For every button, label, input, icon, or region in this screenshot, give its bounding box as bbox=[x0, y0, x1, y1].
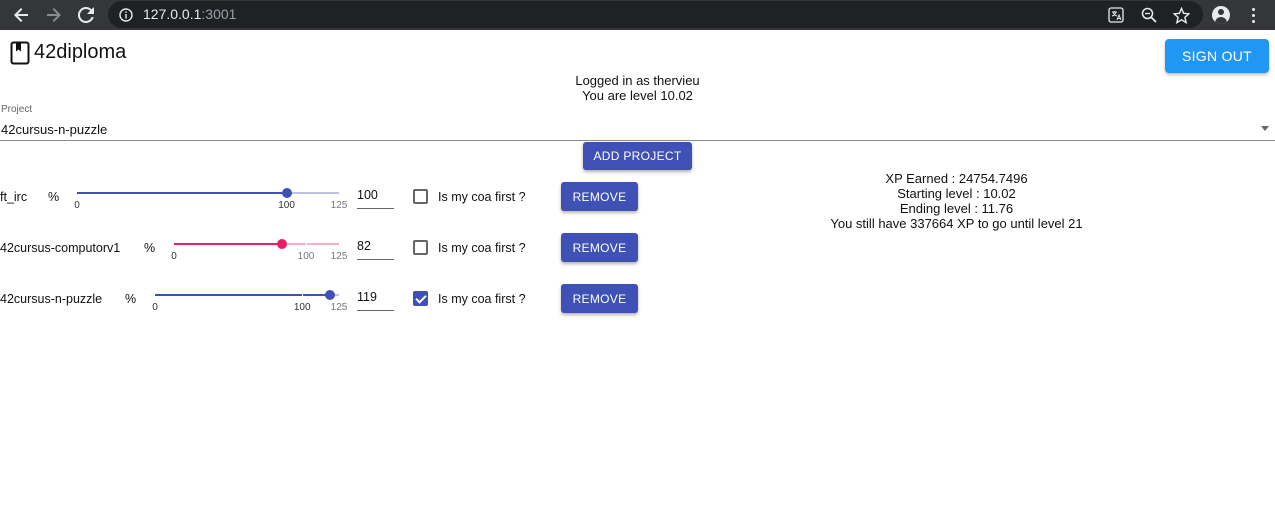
add-project-button[interactable]: ADD PROJECT bbox=[583, 142, 692, 170]
remove-button[interactable]: REMOVE bbox=[561, 182, 638, 211]
reload-icon[interactable] bbox=[75, 4, 97, 26]
slider-tick-label: 0 bbox=[74, 200, 80, 211]
slider-tick-label: 0 bbox=[152, 302, 158, 313]
slider-track bbox=[77, 192, 287, 194]
menu-kebab-icon[interactable] bbox=[1243, 5, 1263, 25]
slider-tick-label: 125 bbox=[330, 251, 348, 262]
coa-first-checkbox[interactable] bbox=[413, 240, 428, 255]
zoom-icon[interactable] bbox=[1139, 5, 1159, 25]
bookmark-star-icon[interactable] bbox=[1171, 5, 1191, 25]
forward-arrow-icon[interactable] bbox=[43, 4, 65, 26]
coa-first-checkbox[interactable] bbox=[413, 291, 428, 306]
ending-level: Ending level : 11.76 bbox=[899, 201, 1014, 216]
percent-input[interactable]: 119 bbox=[357, 289, 394, 311]
slider-mark bbox=[306, 243, 307, 245]
percent-input[interactable]: 100 bbox=[357, 187, 394, 209]
percent-slider[interactable]: 0 100 125 bbox=[152, 279, 347, 319]
slider-thumb[interactable] bbox=[277, 239, 288, 249]
app-title: 42diploma bbox=[34, 41, 127, 63]
slider-thumb[interactable] bbox=[325, 290, 336, 300]
percent-symbol: % bbox=[144, 241, 156, 255]
xp-earned: XP Earned : 24754.7496 bbox=[885, 171, 1028, 186]
back-arrow-icon[interactable] bbox=[10, 4, 32, 26]
coa-first-checkbox[interactable] bbox=[413, 189, 428, 204]
slider-track bbox=[174, 243, 283, 245]
percent-input[interactable]: 82 bbox=[357, 238, 394, 260]
coa-first-label: Is my coa first ? bbox=[438, 190, 526, 204]
slider-mark bbox=[302, 294, 304, 296]
project-select-label: Project bbox=[1, 104, 33, 115]
remove-button[interactable]: REMOVE bbox=[561, 233, 638, 262]
project-name: 42cursus-computorv1 bbox=[0, 241, 121, 255]
xp-remaining: You still have 337664 XP to go until lev… bbox=[830, 216, 1083, 231]
xp-summary: XP Earned : 24754.7496 Starting level : … bbox=[780, 171, 1133, 231]
percent-symbol: % bbox=[125, 292, 137, 306]
project-select-value: 42cursus-n-puzzle bbox=[1, 122, 108, 137]
project-row: ft_irc % 0 100 125 100 Is my coa first ?… bbox=[0, 177, 700, 217]
translate-icon[interactable] bbox=[1106, 5, 1126, 25]
sign-out-button[interactable]: SIGN OUT bbox=[1165, 39, 1269, 73]
coa-first-label: Is my coa first ? bbox=[438, 292, 526, 306]
remove-button[interactable]: REMOVE bbox=[561, 284, 638, 313]
project-row: 42cursus-computorv1 % 0 100 125 82 Is my… bbox=[0, 228, 700, 268]
book-bookmark-icon bbox=[10, 41, 30, 70]
project-name: ft_irc bbox=[0, 190, 28, 204]
url-port: :3001 bbox=[201, 6, 237, 22]
user-level-text: You are level 10.02 bbox=[582, 88, 693, 103]
user-info: Logged in as thervieu You are level 10.0… bbox=[0, 73, 1275, 103]
info-icon[interactable] bbox=[116, 5, 136, 25]
percent-symbol: % bbox=[48, 190, 60, 204]
coa-first-label: Is my coa first ? bbox=[438, 241, 526, 255]
percent-slider[interactable]: 0 100 125 bbox=[74, 177, 347, 217]
slider-thumb[interactable] bbox=[281, 188, 292, 198]
project-select[interactable]: 42cursus-n-puzzle bbox=[0, 118, 1275, 141]
slider-tick-label: 100 bbox=[278, 200, 295, 211]
slider-track bbox=[155, 294, 331, 296]
url-text[interactable]: 127.0.0.1:3001 bbox=[143, 6, 236, 22]
slider-tick-label: 125 bbox=[330, 302, 348, 313]
project-name: 42cursus-n-puzzle bbox=[0, 292, 103, 306]
slider-tick-label: 125 bbox=[330, 200, 348, 211]
slider-tick-label: 0 bbox=[171, 251, 177, 262]
slider-tick-label: 100 bbox=[297, 251, 315, 262]
profile-avatar-icon[interactable] bbox=[1211, 5, 1231, 25]
slider-tick-label: 100 bbox=[293, 302, 311, 313]
browser-toolbar: 127.0.0.1:3001 bbox=[0, 0, 1275, 30]
project-row: 42cursus-n-puzzle % 0 100 125 119 Is my … bbox=[0, 279, 700, 319]
dropdown-arrow-icon bbox=[1261, 126, 1269, 131]
address-bar[interactable] bbox=[108, 1, 1203, 28]
logged-in-text: Logged in as thervieu bbox=[575, 73, 700, 88]
starting-level: Starting level : 10.02 bbox=[897, 186, 1016, 201]
percent-slider[interactable]: 0 100 125 bbox=[171, 228, 347, 268]
url-host: 127.0.0.1 bbox=[143, 6, 202, 22]
